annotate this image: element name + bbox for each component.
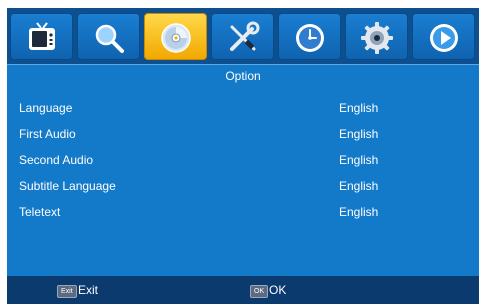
option-value[interactable]: English (339, 179, 378, 193)
option-label: First Audio (19, 127, 76, 141)
option-label: Second Audio (19, 153, 94, 167)
tab-disc[interactable] (144, 13, 207, 60)
option-row-second-audio[interactable]: Second Audio English (7, 149, 479, 171)
settings-screen: Option Language English First Audio Engl… (7, 8, 479, 304)
tab-media[interactable] (412, 13, 475, 60)
exit-key-badge: Exit (57, 285, 77, 298)
option-row-subtitle-language[interactable]: Subtitle Language English (7, 175, 479, 197)
tab-tv[interactable] (10, 13, 73, 60)
tab-search[interactable] (77, 13, 140, 60)
search-icon (95, 24, 124, 53)
tab-settings[interactable] (345, 13, 408, 60)
settings-gear-icon (361, 22, 393, 54)
ok-key-badge: OK (250, 285, 269, 298)
option-row-language[interactable]: Language English (7, 97, 479, 119)
option-row-first-audio[interactable]: First Audio English (7, 123, 479, 145)
tab-tools[interactable] (211, 13, 274, 60)
header-divider (7, 64, 479, 65)
option-value[interactable]: English (339, 205, 378, 219)
disc-icon (161, 23, 191, 53)
tools-icon (230, 21, 260, 51)
option-label: Teletext (19, 205, 61, 219)
exit-hint-label[interactable]: Exit (78, 283, 98, 297)
option-value[interactable]: English (339, 127, 378, 141)
tab-clock[interactable] (278, 13, 341, 60)
tv-icon (29, 22, 55, 50)
option-value[interactable]: English (339, 101, 378, 115)
option-label: Subtitle Language (19, 179, 116, 193)
play-icon (430, 24, 458, 52)
ok-hint-label[interactable]: OK (269, 283, 286, 297)
menu-icon-bar (7, 8, 479, 64)
footer-hint-bar: Exit Exit OK OK (7, 276, 479, 304)
clock-icon (296, 24, 324, 52)
option-row-teletext[interactable]: Teletext English (7, 201, 479, 223)
option-value[interactable]: English (339, 153, 378, 167)
option-label: Language (19, 101, 73, 115)
page-title: Option (225, 69, 261, 83)
